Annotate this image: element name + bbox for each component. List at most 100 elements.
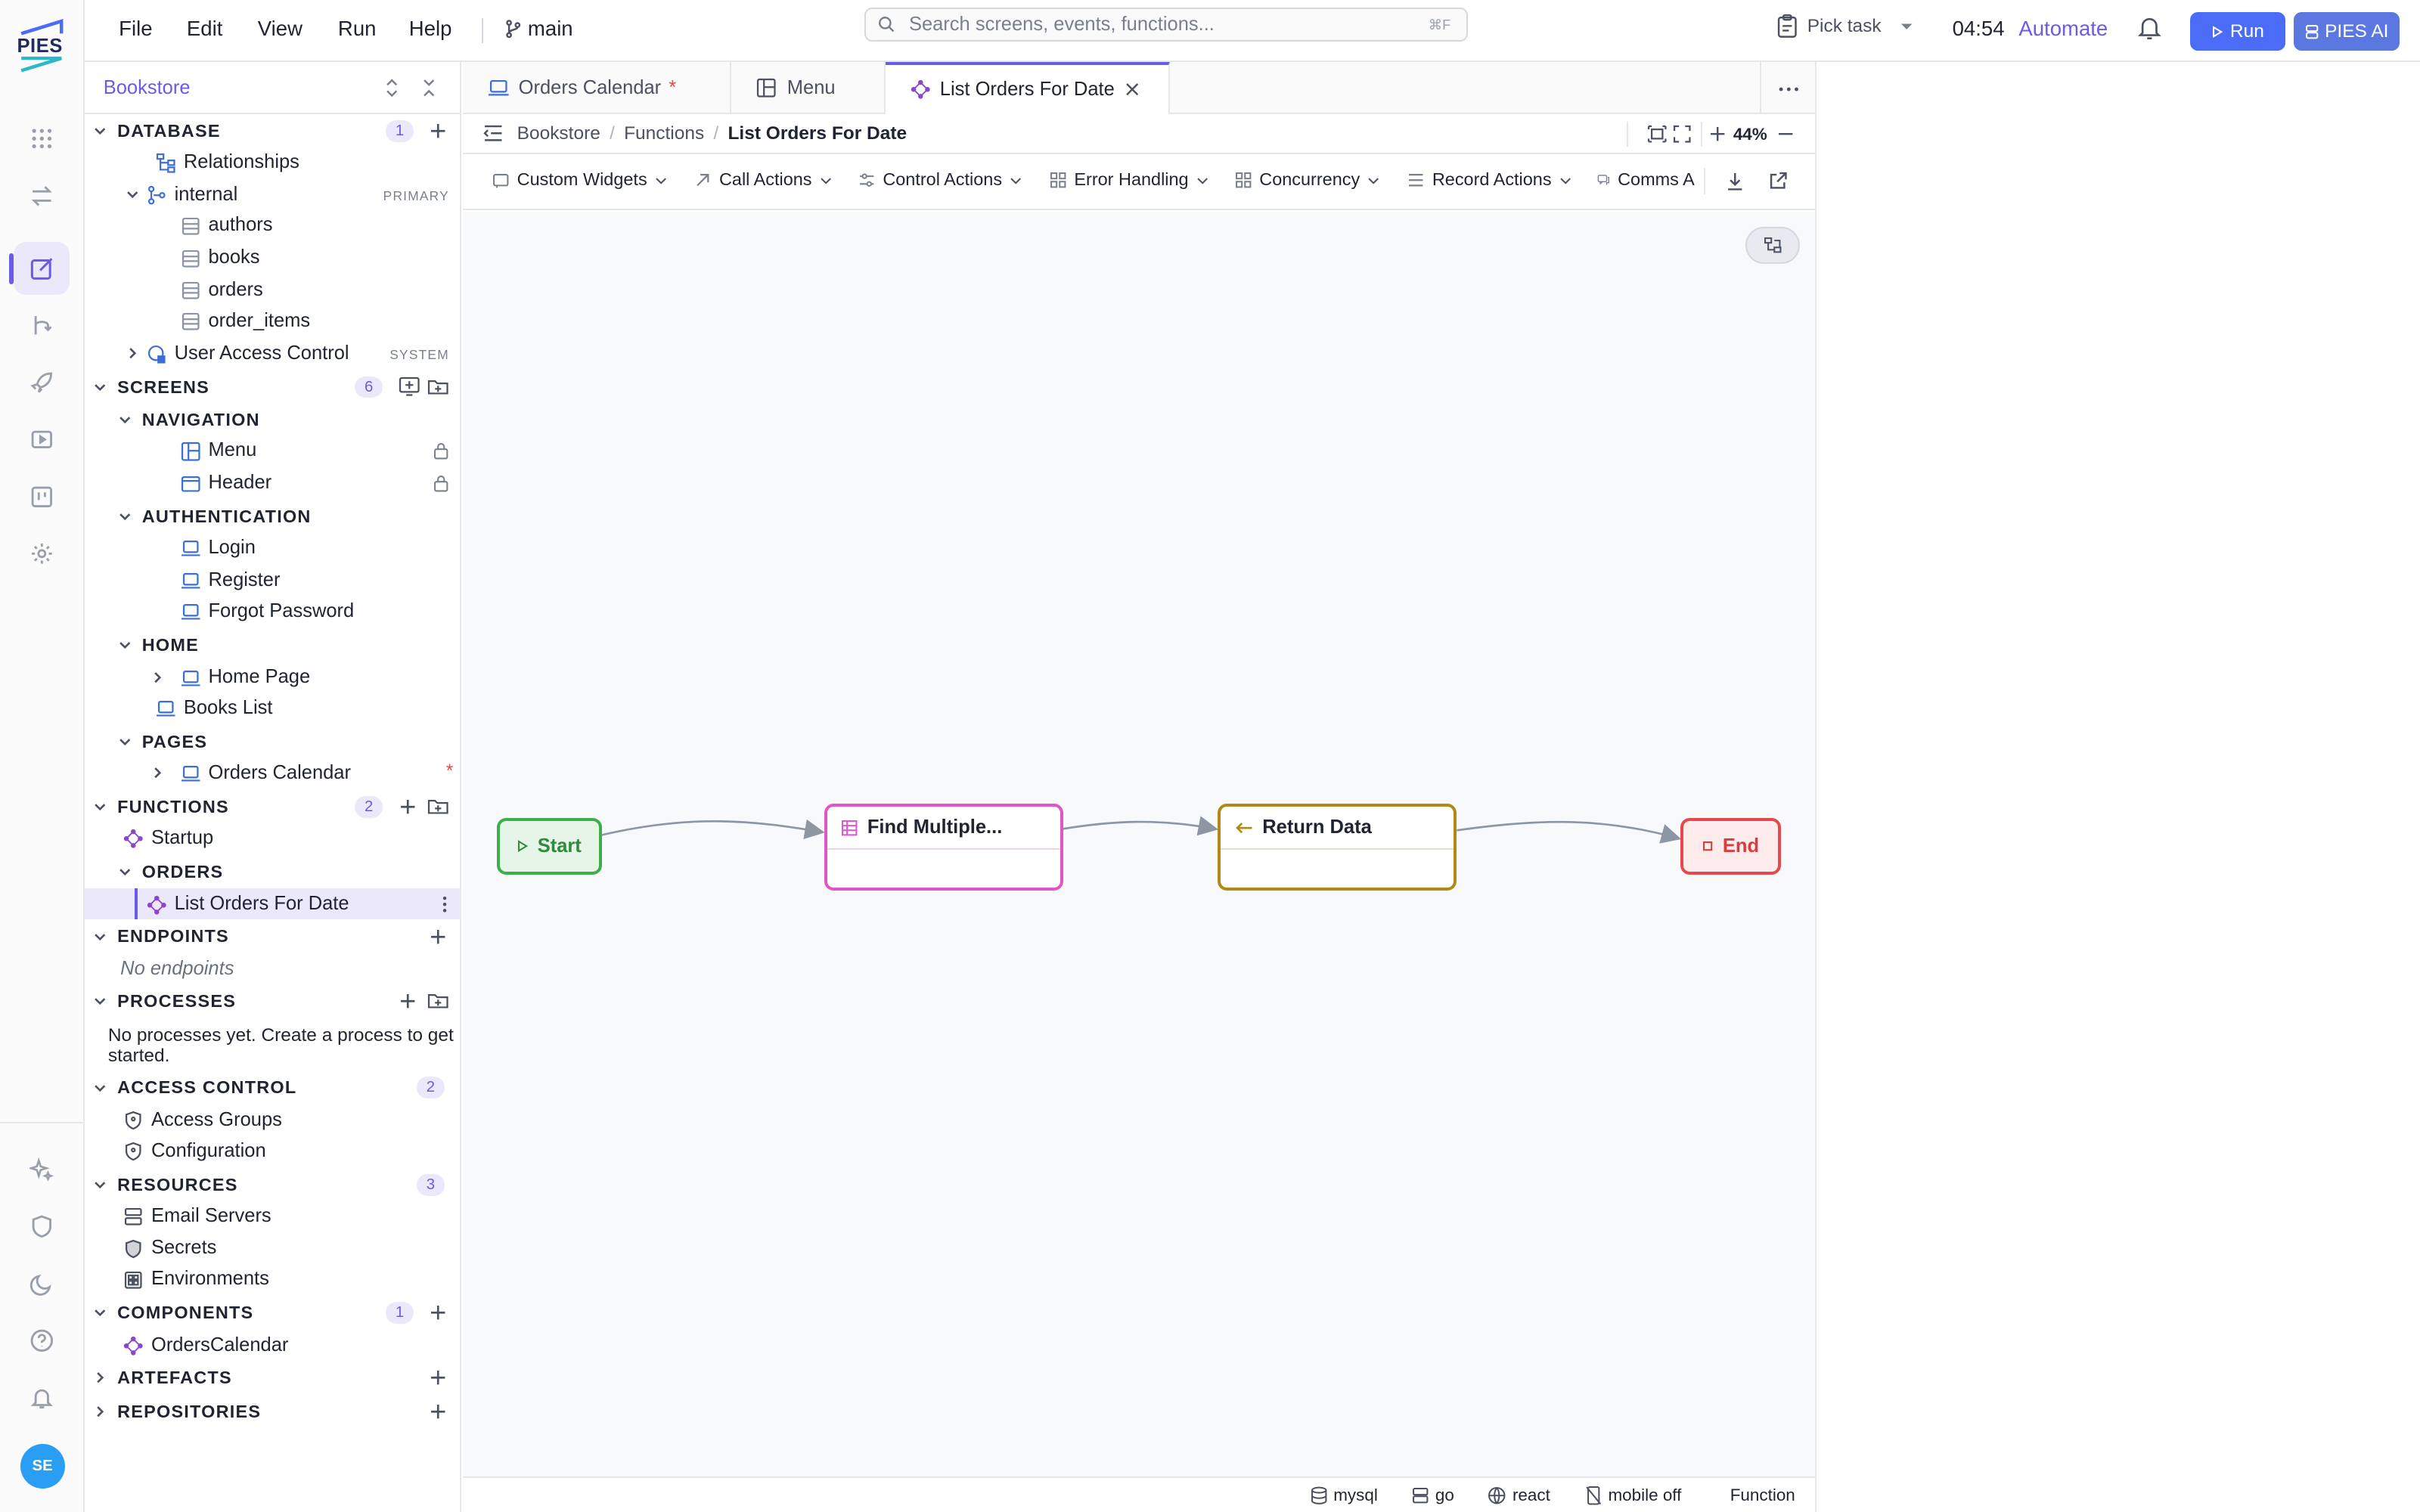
add-icon[interactable]: [429, 1303, 447, 1321]
external-link-icon[interactable]: [1769, 172, 1787, 190]
sparkle-icon[interactable]: [14, 1143, 69, 1195]
toolbar-concurrency[interactable]: Concurrency: [1235, 169, 1380, 190]
tree-item-configuration[interactable]: Configuration: [85, 1136, 461, 1167]
tab-list-orders-for-date[interactable]: List Orders For Date: [886, 61, 1170, 114]
zoom-in-icon[interactable]: [1710, 126, 1725, 141]
tree-item-internal-schema[interactable]: internal PRIMARY: [85, 179, 461, 210]
breadcrumb-root[interactable]: Bookstore: [517, 123, 600, 144]
tree-item-table-books[interactable]: books: [85, 242, 461, 273]
tree-item-startup[interactable]: Startup: [85, 823, 461, 854]
fullscreen-icon[interactable]: [1673, 125, 1691, 143]
add-icon[interactable]: [429, 1368, 447, 1387]
status-frontend[interactable]: react: [1488, 1486, 1550, 1505]
toolbar-record-actions[interactable]: Record Actions: [1407, 169, 1571, 190]
branch-icon[interactable]: [14, 299, 69, 352]
flow-canvas[interactable]: Start Find Multiple... Return Data End: [463, 211, 1815, 1477]
tree-item-register[interactable]: Register: [85, 565, 461, 596]
download-icon[interactable]: [1726, 172, 1744, 192]
group-navigation[interactable]: NAVIGATION: [85, 404, 461, 435]
menu-view[interactable]: View: [258, 17, 302, 41]
add-folder-icon[interactable]: [427, 376, 449, 397]
collapse-all-icon[interactable]: [420, 77, 438, 99]
close-icon[interactable]: [1125, 82, 1139, 96]
tree-item-environments[interactable]: Environments: [85, 1263, 461, 1294]
menu-edit[interactable]: Edit: [187, 17, 222, 41]
status-backend[interactable]: go: [1412, 1486, 1454, 1505]
run-button[interactable]: Run: [2189, 12, 2286, 51]
add-screen-icon[interactable]: [399, 376, 420, 397]
node-return-data[interactable]: Return Data: [1218, 804, 1457, 891]
help-icon[interactable]: [14, 1315, 69, 1367]
group-orders[interactable]: ORDERS: [85, 857, 461, 888]
group-home[interactable]: HOME: [85, 630, 461, 661]
notification-bell-icon[interactable]: [2137, 14, 2162, 42]
add-folder-icon[interactable]: [427, 796, 449, 816]
menu-run[interactable]: Run: [338, 17, 377, 41]
tree-item-email-servers[interactable]: Email Servers: [85, 1201, 461, 1232]
add-folder-icon[interactable]: [427, 990, 449, 1011]
more-vertical-icon[interactable]: [442, 895, 448, 913]
tree-item-menu[interactable]: Menu: [85, 435, 461, 466]
tree-item-login[interactable]: Login: [85, 532, 461, 563]
add-icon[interactable]: [429, 928, 447, 946]
toolbar-control-actions[interactable]: Control Actions: [858, 169, 1022, 190]
shield-icon[interactable]: [14, 1201, 69, 1253]
tree-item-relationships[interactable]: Relationships: [85, 147, 461, 178]
more-horizontal-icon[interactable]: [1778, 86, 1800, 92]
tree-item-access-groups[interactable]: Access Groups: [85, 1105, 461, 1136]
toolbar-comms-actions[interactable]: Comms A: [1597, 169, 1695, 190]
add-icon[interactable]: [429, 122, 447, 140]
bell-icon[interactable]: [14, 1371, 69, 1424]
tree-item-secrets[interactable]: Secrets: [85, 1233, 461, 1264]
zoom-out-icon[interactable]: [1778, 126, 1793, 141]
section-artefacts[interactable]: ARTEFACTS: [85, 1362, 461, 1393]
tree-item-orders-calendar[interactable]: Orders Calendar *: [85, 758, 461, 789]
gear-icon[interactable]: [14, 528, 69, 580]
group-pages[interactable]: PAGES: [85, 727, 461, 758]
avatar[interactable]: SE: [20, 1444, 65, 1489]
tree-item-home-page[interactable]: Home Page: [85, 662, 461, 692]
project-selector[interactable]: Bookstore: [85, 73, 461, 104]
node-find-multiple[interactable]: Find Multiple...: [824, 804, 1064, 891]
play-icon[interactable]: [14, 414, 69, 466]
status-mobile[interactable]: mobile off: [1585, 1486, 1681, 1506]
toolbar-error-handling[interactable]: Error Handling: [1050, 169, 1208, 190]
add-icon[interactable]: [399, 798, 417, 816]
search-input[interactable]: Search screens, events, functions... ⌘F: [864, 8, 1468, 42]
tree-item-forgot-password[interactable]: Forgot Password: [85, 596, 461, 627]
menu-file[interactable]: File: [119, 17, 152, 41]
grid-icon[interactable]: [14, 113, 69, 165]
tree-item-list-orders-for-date[interactable]: List Orders For Date: [85, 888, 462, 920]
section-processes[interactable]: PROCESSES: [85, 986, 461, 1017]
automate-link[interactable]: Automate: [2018, 17, 2108, 41]
tab-orders-calendar[interactable]: Orders Calendar *: [463, 61, 732, 114]
node-end[interactable]: End: [1680, 817, 1782, 875]
toolbar-custom-widgets[interactable]: Custom Widgets: [492, 169, 667, 190]
board-icon[interactable]: [14, 470, 69, 522]
section-database[interactable]: DATABASE 1: [85, 116, 461, 147]
section-screens[interactable]: SCREENS 6: [85, 372, 461, 403]
tree-item-books-list[interactable]: Books List: [85, 692, 461, 723]
branch-selector[interactable]: main: [504, 17, 573, 41]
swap-icon[interactable]: [14, 169, 69, 222]
toolbar-call-actions[interactable]: Call Actions: [694, 169, 832, 190]
section-access-control[interactable]: ACCESS CONTROL 2: [85, 1072, 461, 1103]
tree-item-user-access-control[interactable]: User Access Control SYSTEM: [85, 338, 461, 369]
tree-item-header[interactable]: Header: [85, 467, 461, 498]
tree-item-table-orders[interactable]: orders: [85, 274, 461, 305]
section-components[interactable]: COMPONENTS 1: [85, 1297, 461, 1328]
add-icon[interactable]: [399, 992, 417, 1010]
section-endpoints[interactable]: ENDPOINTS: [85, 921, 461, 952]
moon-icon[interactable]: [14, 1257, 69, 1309]
pies-ai-button[interactable]: PIES AI: [2293, 12, 2400, 51]
section-resources[interactable]: RESOURCES 3: [85, 1170, 461, 1201]
add-icon[interactable]: [429, 1402, 447, 1421]
node-start[interactable]: Start: [497, 817, 602, 875]
tree-item-table-order-items[interactable]: order_items: [85, 305, 461, 336]
section-repositories[interactable]: REPOSITORIES: [85, 1396, 461, 1427]
sort-icon[interactable]: [383, 77, 401, 99]
rocket-icon[interactable]: [14, 356, 69, 408]
fit-view-icon[interactable]: [1647, 125, 1668, 143]
status-database[interactable]: mysql: [1311, 1486, 1378, 1505]
edit-icon[interactable]: [14, 242, 70, 295]
